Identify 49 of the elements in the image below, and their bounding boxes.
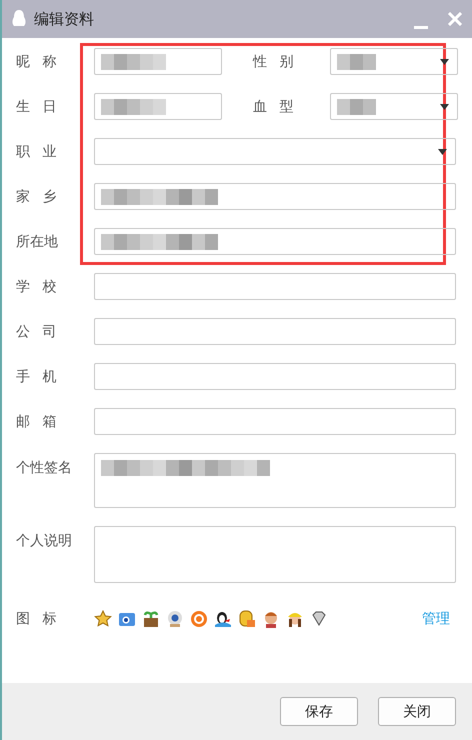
eye-icon[interactable] (166, 610, 184, 628)
field-label: 性 别 (253, 52, 294, 70)
dropdown[interactable] (330, 48, 458, 75)
ring-icon[interactable] (190, 610, 208, 628)
input-field[interactable] (94, 318, 456, 345)
dropdown[interactable] (330, 93, 458, 120)
input-field[interactable] (94, 93, 222, 120)
field-label: 所在地 (16, 232, 59, 250)
star-icon[interactable] (94, 610, 112, 628)
field-label: 学 校 (16, 278, 58, 296)
close-icon[interactable] (448, 12, 462, 26)
camera-icon[interactable] (118, 610, 136, 628)
plant-icon[interactable] (142, 610, 160, 628)
field-label: 生 日 (16, 98, 58, 116)
field-label: 公 司 (16, 322, 58, 340)
dropdown[interactable] (94, 138, 456, 165)
dialog-button[interactable]: 关闭 (378, 697, 456, 726)
blurred-text (337, 98, 376, 114)
input-field[interactable] (94, 273, 456, 300)
field-label: 个性签名 (16, 459, 73, 477)
text-area[interactable] (94, 453, 456, 508)
penguin-icon (12, 10, 26, 28)
penguin-icon[interactable] (214, 610, 232, 628)
input-field[interactable] (94, 363, 456, 390)
field-label: 职 业 (16, 142, 58, 160)
input-field[interactable] (94, 183, 456, 210)
window-title: 编辑资料 (34, 10, 95, 28)
figure-icon[interactable] (262, 610, 280, 628)
field-label: 邮 箱 (16, 412, 58, 430)
dialog-button[interactable]: 保存 (280, 697, 358, 726)
field-label: 血 型 (253, 98, 294, 116)
caret-icon (440, 104, 449, 110)
figure-icon[interactable] (286, 610, 304, 628)
blurred-text (101, 54, 166, 70)
field-label: 昵 称 (16, 52, 58, 70)
input-field[interactable] (94, 48, 222, 75)
field-label: 手 机 (16, 368, 58, 386)
caret-icon (438, 148, 447, 154)
field-label: 个人说明 (16, 532, 73, 550)
caret-icon (440, 58, 449, 64)
input-field[interactable] (94, 408, 456, 435)
diamond-icon[interactable] (310, 610, 328, 628)
input-field[interactable] (94, 228, 456, 255)
field-label: 图 标 (16, 610, 58, 628)
blurred-text (337, 54, 376, 70)
blurred-text (101, 98, 166, 114)
field-label: 家 乡 (16, 188, 58, 206)
text-area[interactable] (94, 526, 456, 583)
coin-icon[interactable] (238, 610, 256, 628)
